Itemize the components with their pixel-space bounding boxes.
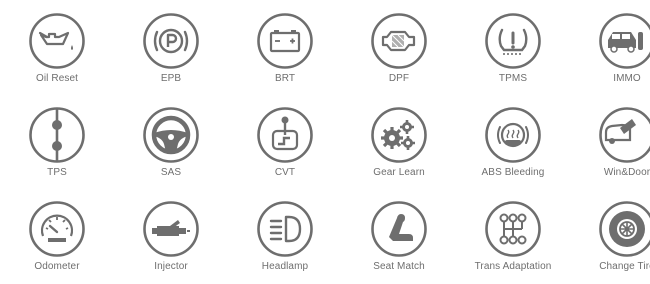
tile-label: Injector <box>154 261 188 272</box>
tile-label: BRT <box>274 73 296 84</box>
headlamp-icon <box>256 200 314 258</box>
tile-gear-learn[interactable]: Gear Learn <box>342 94 456 188</box>
abs-icon <box>484 106 542 164</box>
tile-oil-reset[interactable]: Oil Reset <box>0 0 114 94</box>
tile-immo[interactable]: IMMO <box>570 0 650 94</box>
oil-can-icon <box>28 12 86 70</box>
tile-label: SAS <box>160 167 182 178</box>
tile-abs-bleeding[interactable]: ABS Bleeding <box>456 94 570 188</box>
tile-odometer[interactable]: Odometer <box>0 188 114 282</box>
throttle-position-icon <box>28 106 86 164</box>
tile-label: Change Tire <box>599 261 650 272</box>
tile-win-door[interactable]: Win&Door <box>570 94 650 188</box>
tile-label: Headlamp <box>261 261 309 272</box>
gear-shift-icon <box>256 106 314 164</box>
car-door-icon <box>598 106 650 164</box>
steering-wheel-icon <box>142 106 200 164</box>
transmission-icon <box>484 200 542 258</box>
tile-trans-adaptation[interactable]: Trans Adaptation <box>456 188 570 282</box>
tile-label: Win&Door <box>603 167 650 178</box>
tile-label: Seat Match <box>373 261 425 272</box>
parking-brake-icon <box>142 12 200 70</box>
tile-seat-match[interactable]: Seat Match <box>342 188 456 282</box>
tile-label: Trans Adaptation <box>474 261 552 272</box>
tire-pressure-icon <box>484 12 542 70</box>
tile-dpf[interactable]: DPF <box>342 0 456 94</box>
tile-headlamp[interactable]: Headlamp <box>228 188 342 282</box>
odometer-icon <box>28 200 86 258</box>
battery-icon <box>256 12 314 70</box>
tile-label: Gear Learn <box>373 167 425 178</box>
gears-icon <box>370 106 428 164</box>
seat-icon <box>370 200 428 258</box>
tire-icon <box>598 200 650 258</box>
tile-epb[interactable]: EPB <box>114 0 228 94</box>
tile-label: DPF <box>388 73 410 84</box>
tile-label: EPB <box>160 73 182 84</box>
particulate-filter-icon <box>370 12 428 70</box>
tile-injector[interactable]: Injector <box>114 188 228 282</box>
tile-label: TPMS <box>498 73 528 84</box>
tile-brt[interactable]: BRT <box>228 0 342 94</box>
tile-label: IMMO <box>613 73 641 84</box>
tile-label: CVT <box>274 167 296 178</box>
tile-label: Oil Reset <box>35 73 79 84</box>
injector-icon <box>142 200 200 258</box>
tile-label: TPS <box>47 167 67 178</box>
service-function-grid: Oil Reset EPB BRT DPF TPMS IMMO TPS SAS … <box>0 0 650 284</box>
tile-change-tire[interactable]: Change Tire <box>570 188 650 282</box>
tile-tpms[interactable]: TPMS <box>456 0 570 94</box>
tile-cvt[interactable]: CVT <box>228 94 342 188</box>
tile-label: ABS Bleeding <box>481 167 545 178</box>
immobilizer-icon <box>598 12 650 70</box>
tile-label: Odometer <box>34 261 80 272</box>
tile-sas[interactable]: SAS <box>114 94 228 188</box>
tile-tps[interactable]: TPS <box>0 94 114 188</box>
